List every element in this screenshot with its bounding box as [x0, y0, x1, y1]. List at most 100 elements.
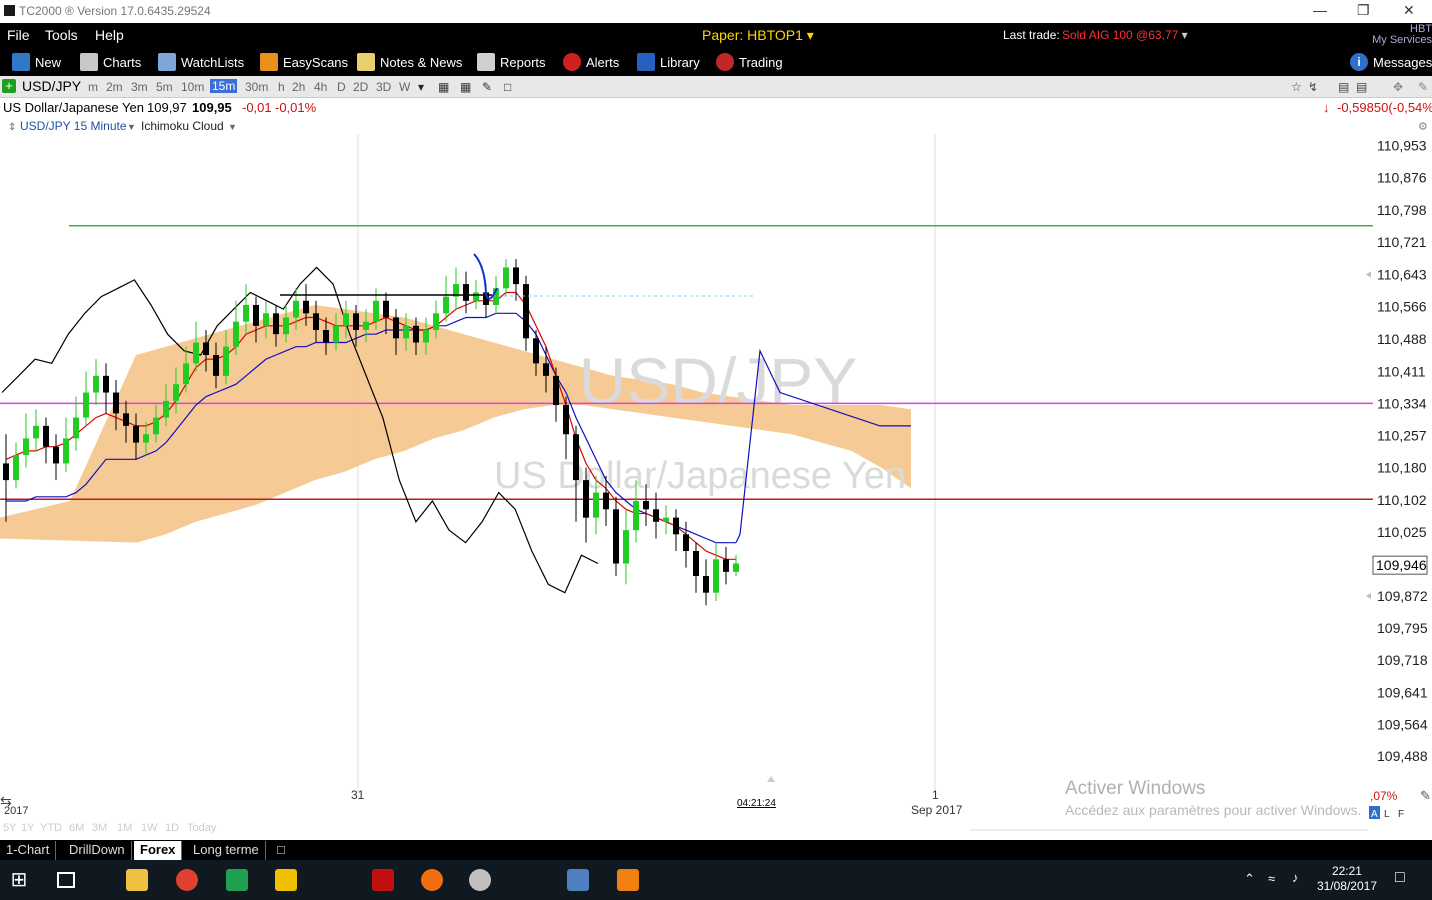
tab-1-chart[interactable]: 1-Chart [0, 841, 57, 860]
tab-long-terme[interactable]: Long terme [187, 841, 266, 860]
task-view-icon[interactable] [57, 872, 75, 888]
messages-button[interactable]: i Messages [1350, 51, 1432, 73]
reports-button[interactable]: Reports [477, 51, 546, 73]
candle-body [333, 325, 339, 343]
pencil-icon[interactable]: ✎ [482, 80, 492, 94]
star-icon[interactable]: ☆ [1291, 80, 1302, 94]
symbol-input[interactable]: USD/JPY [22, 78, 81, 94]
bid-price: 109,97 [147, 100, 187, 115]
volume-icon[interactable]: ♪ [1292, 870, 1299, 885]
period-today[interactable]: Today [187, 822, 216, 834]
move-icon[interactable]: ✥ [1393, 80, 1403, 94]
tf-d[interactable]: D [337, 80, 346, 94]
tf-2m[interactable]: 2m [106, 80, 123, 94]
add-icon[interactable]: + [2, 79, 16, 93]
axis-fit-button[interactable]: F [1398, 809, 1404, 820]
charts-button[interactable]: Charts [80, 51, 141, 73]
app-icon[interactable] [421, 869, 443, 891]
close-button[interactable]: ✕ [1403, 2, 1415, 19]
paper-account-selector[interactable]: Paper: HBTOP1 ▾ [702, 27, 814, 44]
period-6m[interactable]: 6M [69, 822, 84, 834]
app-icon[interactable] [275, 869, 297, 891]
alerts-button[interactable]: Alerts [563, 51, 619, 73]
tc2000-icon[interactable] [322, 869, 344, 891]
app-icon[interactable] [226, 869, 248, 891]
easyscans-button[interactable]: EasyScans [260, 51, 348, 73]
tf-15m[interactable]: 15m [210, 79, 238, 93]
menu-tools[interactable]: Tools [45, 27, 78, 43]
trading-button[interactable]: Trading [716, 51, 783, 73]
chevron-down-icon[interactable]: ▾ [418, 80, 424, 94]
candle-body [663, 517, 669, 522]
tf-5m[interactable]: 5m [156, 80, 173, 94]
wifi-icon[interactable]: ≈ [1268, 871, 1275, 886]
tf-m[interactable]: m [88, 80, 98, 94]
tf-3m[interactable]: 3m [131, 80, 148, 94]
tf-10m[interactable]: 10m [181, 80, 204, 94]
grid-icon[interactable]: ▦ [460, 80, 471, 94]
activate-title: Activer Windows [1065, 778, 1205, 799]
axis-auto-button[interactable]: A [1371, 809, 1378, 820]
stock-toggle-icon[interactable]: ▤ [1338, 80, 1349, 94]
period-1y[interactable]: 1Y [21, 822, 34, 834]
menu-help[interactable]: Help [95, 27, 124, 43]
minimize-button[interactable]: — [1313, 2, 1327, 18]
text-toggle-icon[interactable]: ▤ [1356, 80, 1367, 94]
chart-style-icon[interactable]: ▦ [438, 80, 449, 94]
tab-forex[interactable]: Forex [134, 841, 183, 860]
candle-body [733, 563, 739, 572]
my-services-link[interactable]: HBT My Services [1372, 24, 1432, 46]
period-1w[interactable]: 1W [141, 822, 158, 834]
windows-start-icon[interactable]: ⊞ [8, 869, 30, 891]
new-button[interactable]: New [12, 51, 61, 73]
candle-body [533, 338, 539, 364]
tf-w[interactable]: W [399, 80, 410, 94]
tf-2h[interactable]: 2h [292, 80, 305, 94]
tf-4h[interactable]: 4h [314, 80, 327, 94]
watchlists-button[interactable]: WatchLists [158, 51, 244, 73]
price-chart[interactable]: USD/JPY US Dollar/Japanese Yen 110,95311… [0, 116, 1432, 840]
maximize-button[interactable]: ❐ [1357, 2, 1370, 19]
tf-h[interactable]: h [278, 80, 285, 94]
taskbar-clock[interactable]: 22:21 31/08/2017 [1317, 864, 1377, 894]
axis-log-button[interactable]: L [1384, 809, 1390, 820]
tab-drilldown[interactable]: DrillDown [63, 841, 132, 860]
period-1m[interactable]: 1M [117, 822, 132, 834]
chart-area[interactable]: USD/JPY US Dollar/Japanese Yen 110,953 11… [0, 116, 1432, 840]
tray-up-icon[interactable]: ⌃ [1244, 871, 1255, 887]
chrome-icon[interactable] [176, 869, 198, 891]
gear-icon[interactable]: ⚙ [1418, 121, 1428, 133]
realtime-icon[interactable]: ↯ [1308, 80, 1318, 94]
notes-news-button[interactable]: Notes & News [357, 51, 462, 73]
file-explorer-icon[interactable] [126, 869, 148, 891]
indicator-name[interactable]: Ichimoku Cloud [141, 119, 224, 133]
pdf-icon[interactable] [372, 869, 394, 891]
app-icon[interactable] [469, 869, 491, 891]
chevron-down-icon: ▾ [1181, 28, 1188, 42]
new-tab-icon[interactable]: □ [271, 841, 291, 860]
period-1d[interactable]: 1D [165, 822, 179, 834]
period-5y[interactable]: 5Y [3, 822, 16, 834]
pencil-icon[interactable]: ✎ [1420, 788, 1431, 803]
draw-icon[interactable]: ✎ [1418, 80, 1428, 94]
collapse-icon[interactable]: ⇕ [8, 122, 16, 133]
menu-file[interactable]: File [7, 27, 30, 43]
tf-2d[interactable]: 2D [353, 80, 368, 94]
axis-corner: ,07% A L F ✎ [1369, 788, 1431, 820]
chevron-down-icon[interactable]: ▼ [228, 122, 237, 132]
notifications-icon[interactable]: □ [1395, 869, 1405, 887]
scroll-left-icon[interactable]: ⇆ [0, 793, 12, 809]
scroll-up-icon[interactable] [767, 776, 775, 782]
tf-30m[interactable]: 30m [245, 80, 268, 94]
note-icon[interactable]: □ [504, 80, 511, 94]
period-3m[interactable]: 3M [92, 822, 107, 834]
app-icon[interactable] [567, 869, 589, 891]
chevron-down-icon[interactable]: ▼ [127, 122, 136, 132]
tf-3d[interactable]: 3D [376, 80, 391, 94]
period-ytd[interactable]: YTD [40, 822, 62, 834]
last-trade-value[interactable]: Sold AIG 100 @63,77 ▾ [1062, 28, 1188, 42]
chart-symbol-timeframe[interactable]: USD/JPY 15 Minute [20, 119, 127, 133]
tc2000-icon[interactable] [518, 869, 540, 891]
vlc-icon[interactable] [617, 869, 639, 891]
library-button[interactable]: Library [637, 51, 700, 73]
